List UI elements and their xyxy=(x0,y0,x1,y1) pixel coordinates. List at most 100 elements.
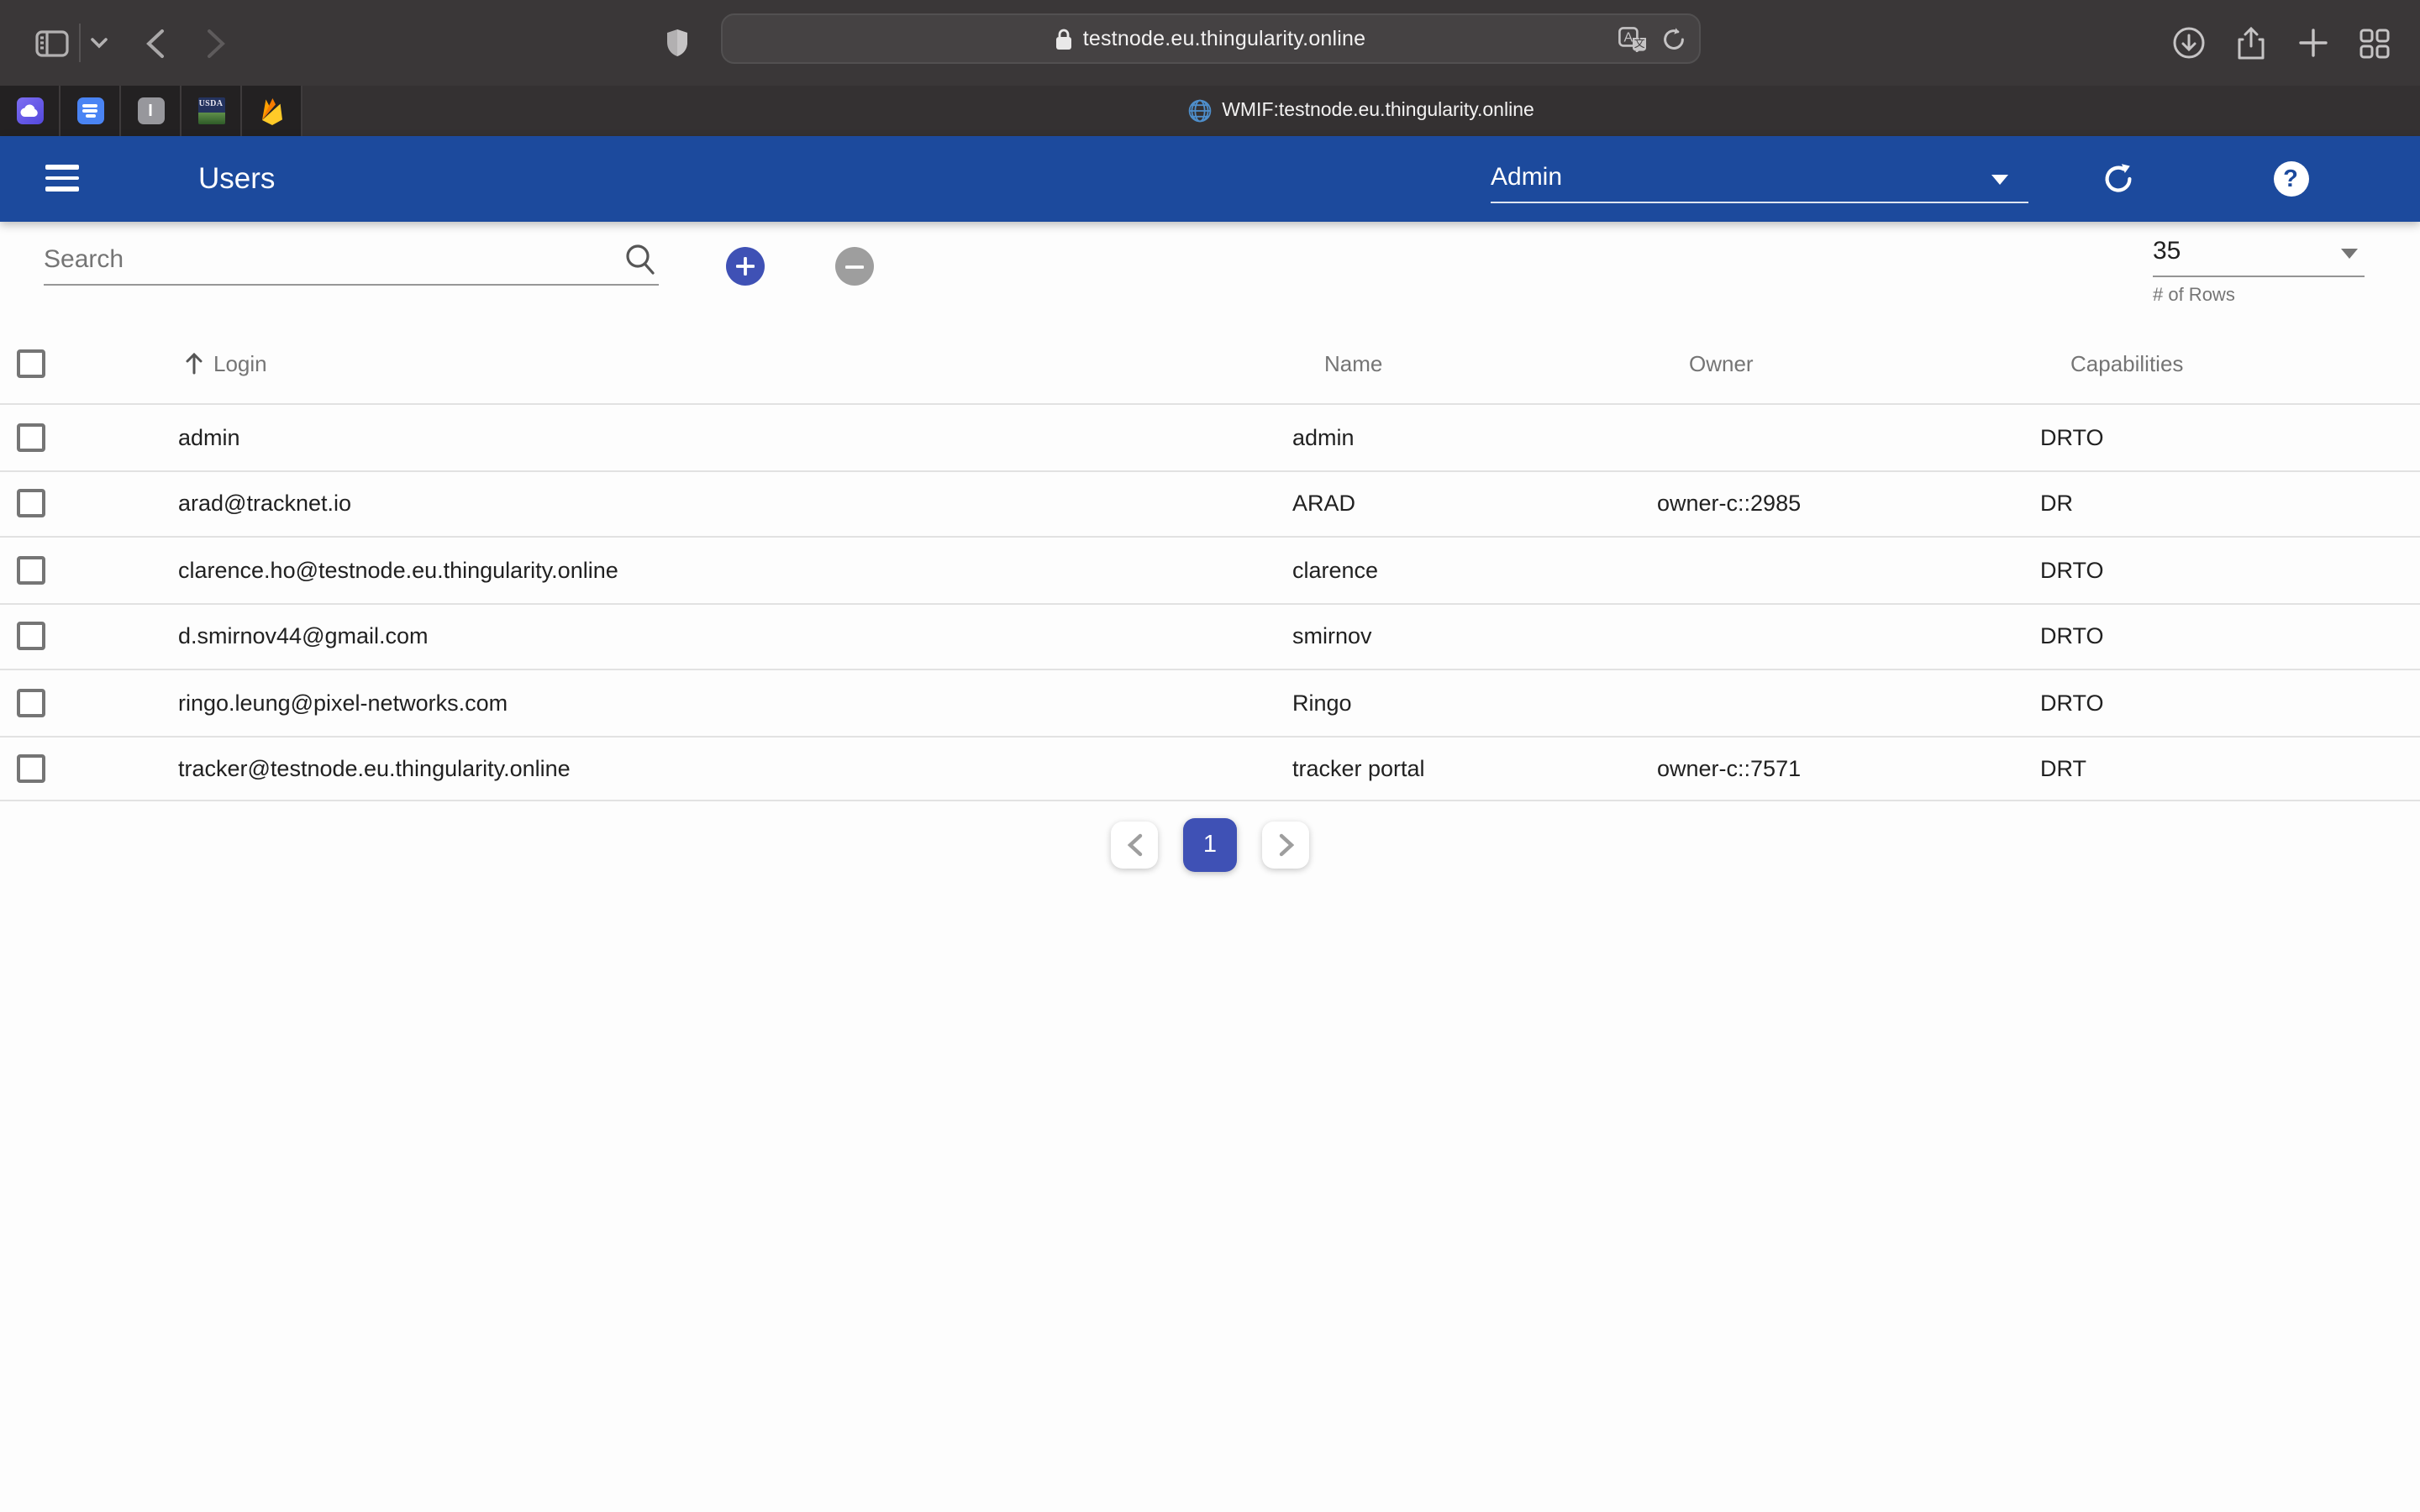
name-cell: Ringo xyxy=(1277,690,1642,716)
url-text: testnode.eu.thingularity.online xyxy=(1083,27,1366,50)
pinned-tab-firebase[interactable] xyxy=(242,86,302,136)
page-number-button[interactable]: 1 xyxy=(1183,818,1237,872)
active-tab[interactable]: WMIF:testnode.eu.thingularity.online xyxy=(302,86,2420,136)
login-cell: d.smirnov44@gmail.com xyxy=(161,624,1277,649)
main-content: 35 # of Rows Login Name Owner Capabiliti… xyxy=(0,222,2420,1512)
address-bar[interactable]: testnode.eu.thingularity.online A 文 xyxy=(721,13,1701,64)
cloud-app-icon xyxy=(16,97,43,124)
login-cell: clarence.ho@testnode.eu.thingularity.onl… xyxy=(161,558,1277,583)
column-header-owner[interactable]: Owner xyxy=(1642,351,2023,376)
name-cell: ARAD xyxy=(1277,491,1642,517)
column-header-capabilities[interactable]: Capabilities xyxy=(2023,351,2420,376)
sidebar-chevron-down-icon[interactable] xyxy=(86,0,113,86)
rows-per-page-label: # of Rows xyxy=(2153,286,2235,306)
forward-button[interactable] xyxy=(198,0,232,86)
pagination: 1 xyxy=(0,818,2420,872)
downloads-icon[interactable] xyxy=(2168,0,2208,86)
search-input[interactable] xyxy=(44,235,598,282)
capabilities-cell: DRTO xyxy=(2023,558,2420,583)
role-dropdown[interactable]: Admin xyxy=(1491,156,2028,203)
login-cell: tracker@testnode.eu.thingularity.online xyxy=(161,756,1277,781)
capabilities-cell: DRTO xyxy=(2023,624,2420,649)
svg-text:A: A xyxy=(1623,30,1633,45)
row-checkbox[interactable] xyxy=(17,556,45,585)
sidebar-toggle-icon[interactable] xyxy=(30,0,74,86)
table-row[interactable]: tracker@testnode.eu.thingularity.online … xyxy=(0,735,2420,801)
capabilities-cell: DRTO xyxy=(2023,425,2420,450)
capabilities-cell: DRTO xyxy=(2023,690,2420,716)
search-field xyxy=(44,235,659,286)
column-header-name[interactable]: Name xyxy=(1277,351,1642,376)
rows-caret-icon xyxy=(2341,249,2358,259)
tab-strip: I USDA WMIF:testnode.eu.thing xyxy=(0,86,2420,136)
pinned-tab-info[interactable]: I xyxy=(121,86,182,136)
pinned-tabs: I USDA xyxy=(0,86,302,136)
capabilities-cell: DR xyxy=(2023,491,2420,517)
name-cell: admin xyxy=(1277,425,1642,450)
refresh-button[interactable] xyxy=(2096,136,2139,222)
pinned-tab-usda[interactable]: USDA xyxy=(182,86,242,136)
new-tab-icon[interactable] xyxy=(2292,0,2333,86)
tab-title-text: WMIF:testnode.eu.thingularity.online xyxy=(1222,101,1534,121)
owner-cell: owner-c::2985 xyxy=(1642,491,2023,517)
tab-overview-icon[interactable] xyxy=(2354,0,2395,86)
search-icon[interactable] xyxy=(625,244,655,276)
lock-icon xyxy=(1056,28,1073,50)
svg-text:文: 文 xyxy=(1634,36,1645,49)
row-checkbox[interactable] xyxy=(17,689,45,717)
help-button[interactable]: ? xyxy=(2269,136,2312,222)
toolbar-divider xyxy=(79,24,81,62)
help-icon: ? xyxy=(2273,161,2308,197)
role-dropdown-value: Admin xyxy=(1491,163,1562,192)
column-header-login[interactable]: Login xyxy=(161,351,1277,376)
chevron-right-icon xyxy=(1278,833,1293,857)
rows-per-page-value: 35 xyxy=(2153,237,2181,265)
plus-icon xyxy=(736,257,755,276)
browser-toolbar: testnode.eu.thingularity.online A 文 xyxy=(0,0,2420,86)
add-user-button[interactable] xyxy=(726,247,765,286)
row-checkbox[interactable] xyxy=(17,490,45,518)
capabilities-cell: DRT xyxy=(2023,756,2420,781)
back-button[interactable] xyxy=(138,0,171,86)
page-title: Users xyxy=(198,136,275,222)
chevron-left-icon xyxy=(1127,833,1142,857)
docs-app-icon xyxy=(76,97,103,124)
row-checkbox[interactable] xyxy=(17,423,45,452)
table-row[interactable]: arad@tracknet.io ARAD owner-c::2985 DR xyxy=(0,470,2420,536)
menu-icon[interactable] xyxy=(45,165,79,192)
share-icon[interactable] xyxy=(2230,0,2270,86)
rows-per-page-dropdown[interactable]: 35 xyxy=(2153,230,2365,277)
name-cell: tracker portal xyxy=(1277,756,1642,781)
owner-cell: owner-c::7571 xyxy=(1642,756,2023,781)
table-header: Login Name Owner Capabilities xyxy=(0,324,2420,403)
globe-favicon xyxy=(1188,99,1212,123)
privacy-shield-icon[interactable] xyxy=(659,0,696,86)
table-body: admin admin DRTO arad@tracknet.io ARAD o… xyxy=(0,403,2420,801)
remove-user-button[interactable] xyxy=(835,247,874,286)
name-cell: clarence xyxy=(1277,558,1642,583)
table-row[interactable]: clarence.ho@testnode.eu.thingularity.onl… xyxy=(0,536,2420,602)
table-row[interactable]: d.smirnov44@gmail.com smirnov DRTO xyxy=(0,602,2420,669)
column-label: Login xyxy=(213,351,267,376)
previous-page-button[interactable] xyxy=(1111,822,1158,869)
login-cell: admin xyxy=(161,425,1277,450)
translate-icon[interactable]: A 文 xyxy=(1618,26,1647,51)
pinned-tab-cloud[interactable] xyxy=(0,86,60,136)
pinned-tab-docs[interactable] xyxy=(60,86,121,136)
next-page-button[interactable] xyxy=(1262,822,1309,869)
app-header: Users Admin ? xyxy=(0,136,2420,222)
row-checkbox[interactable] xyxy=(17,754,45,783)
name-cell: smirnov xyxy=(1277,624,1642,649)
reload-icon[interactable] xyxy=(1662,26,1686,51)
firebase-icon xyxy=(260,97,283,125)
dropdown-caret-icon xyxy=(1991,175,2008,185)
row-checkbox[interactable] xyxy=(17,622,45,651)
table-row[interactable]: admin admin DRTO xyxy=(0,403,2420,470)
minus-icon xyxy=(845,263,864,270)
sort-ascending-icon xyxy=(185,353,203,375)
screen: testnode.eu.thingularity.online A 文 xyxy=(0,0,2420,1512)
login-cell: ringo.leung@pixel-networks.com xyxy=(161,690,1277,716)
usda-site-icon: USDA xyxy=(197,97,224,124)
table-row[interactable]: ringo.leung@pixel-networks.com Ringo DRT… xyxy=(0,669,2420,735)
select-all-checkbox[interactable] xyxy=(17,349,45,378)
